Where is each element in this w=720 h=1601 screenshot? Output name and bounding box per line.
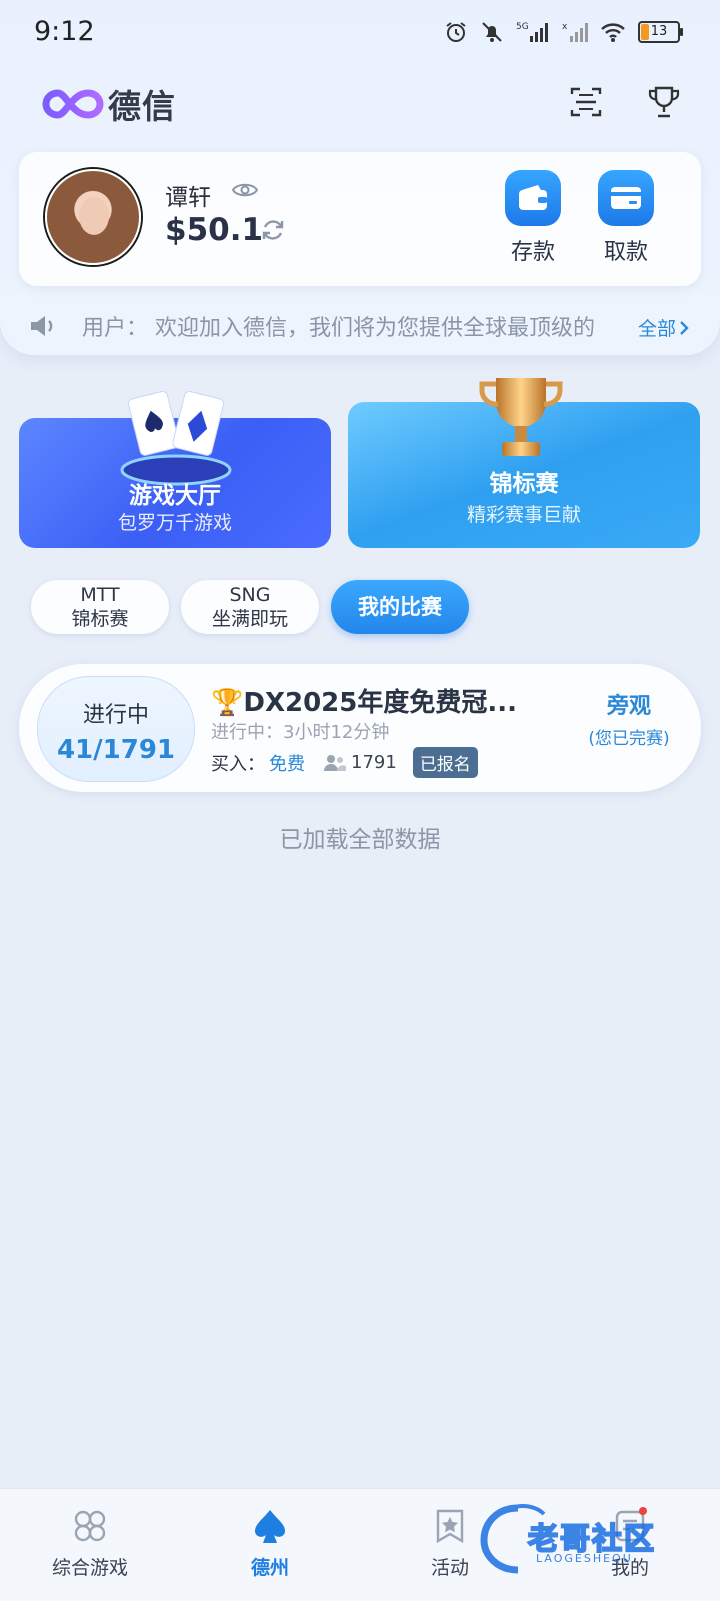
trophy-icon: [648, 86, 680, 118]
cup-icon: [479, 378, 563, 456]
mute-bell-icon: [482, 22, 502, 42]
lobby-title: 游戏大厅: [129, 483, 221, 509]
wifi-icon: [601, 23, 625, 42]
cards-icon: [120, 390, 232, 486]
match-progress: 41/1791: [56, 735, 176, 765]
match-card[interactable]: 进行中 41/1791 🏆DX2025年度免费冠... 进行中：3小时12分钟 …: [19, 664, 701, 792]
alarm-icon: [446, 22, 466, 42]
tab-mtt-line2: 锦标赛: [71, 608, 129, 630]
championship-banner[interactable]: 锦标赛 精彩赛事巨献: [348, 378, 700, 548]
deposit-label: 存款: [510, 240, 555, 265]
championship-subtitle: 精彩赛事巨献: [466, 504, 581, 526]
match-info-row: 买入： 免费 1791 已报名: [211, 747, 478, 778]
buyin-value: 免费: [269, 753, 305, 775]
tab-mtt-line1: MTT: [80, 584, 120, 606]
account-card: 谭轩 $50.1 存款 取款: [19, 152, 701, 286]
spade-icon: [255, 1510, 285, 1543]
notice-bar[interactable]: 用户： 欢迎加入德信，我们将为您提供全球最顶级的 全部: [24, 308, 704, 344]
lobby-subtitle: 包罗万千游戏: [117, 512, 232, 534]
app-header: 德信: [0, 76, 720, 130]
eye-icon[interactable]: [231, 180, 259, 200]
nav-item-games[interactable]: 综合游戏: [25, 1505, 155, 1580]
nav-item-texas[interactable]: 德州: [205, 1505, 335, 1580]
watermark: 老哥社区 LAOGESHEQU: [478, 1500, 718, 1580]
tab-my-matches[interactable]: 我的比赛: [331, 580, 469, 634]
notice-all-label: 全部: [638, 318, 677, 340]
avatar[interactable]: [45, 169, 141, 265]
app-logo: 德信: [42, 80, 176, 128]
trophy-button[interactable]: [644, 82, 684, 122]
status-bar: 9:12 5G x 13: [0, 0, 720, 66]
tab-sng[interactable]: SNG 坐满即玩: [181, 580, 319, 634]
buyin-label: 买入：: [211, 753, 265, 775]
withdraw-label: 取款: [603, 240, 648, 265]
card-icon: [611, 187, 641, 209]
wallet-icon: [519, 185, 547, 210]
logo-text: 德信: [108, 87, 176, 126]
nav-label-games: 综合游戏: [51, 1557, 128, 1579]
loaded-all-text: 已加载全部数据: [279, 827, 441, 853]
speaker-icon: [31, 316, 53, 336]
refresh-icon[interactable]: [259, 216, 287, 244]
clover-icon: [74, 1510, 106, 1542]
watch-note: (您已完赛): [588, 729, 670, 749]
signal-5g-icon: 5G: [516, 22, 548, 42]
tab-my-matches-label: 我的比赛: [358, 595, 442, 619]
match-title: 🏆DX2025年度免费冠...: [211, 688, 517, 718]
battery-icon: 13: [638, 21, 683, 43]
nav-label-texas: 德州: [250, 1557, 289, 1579]
tab-sng-line1: SNG: [229, 584, 271, 606]
match-time-status: 进行中：3小时12分钟: [211, 722, 390, 743]
watermark-sub: LAOGESHEQU: [536, 1552, 633, 1565]
scan-icon: [570, 87, 602, 117]
tab-mtt[interactable]: MTT 锦标赛: [31, 580, 169, 634]
username: 谭轩: [165, 185, 211, 211]
match-status: 进行中: [82, 703, 149, 728]
star-badge-icon: [436, 1509, 464, 1544]
watch-button[interactable]: 旁观 (您已完赛): [559, 688, 699, 749]
players-icon: [324, 754, 346, 771]
balance: $50.1: [165, 212, 264, 248]
deposit-button[interactable]: 存款: [498, 170, 568, 266]
game-lobby-banner[interactable]: 游戏大厅 包罗万千游戏: [19, 390, 331, 548]
notice-all-link[interactable]: 全部: [638, 314, 690, 341]
match-progress-badge: 进行中 41/1791: [37, 676, 195, 782]
infinity-logo-icon: [42, 89, 104, 119]
status-time: 9:12: [34, 16, 95, 47]
notice-text: 用户： 欢迎加入德信，我们将为您提供全球最顶级的: [82, 316, 595, 341]
tab-sng-line2: 坐满即玩: [211, 608, 288, 630]
player-count: 1791: [323, 752, 397, 773]
signal-icon: x: [562, 22, 588, 42]
svg-text:x: x: [562, 22, 568, 32]
chevron-right-icon: [680, 320, 689, 335]
watch-label: 旁观: [606, 694, 651, 719]
scan-button[interactable]: [566, 82, 606, 122]
svg-text:5G: 5G: [516, 22, 529, 32]
withdraw-button[interactable]: 取款: [591, 170, 661, 266]
player-count-value: 1791: [351, 752, 397, 773]
registered-badge: 已报名: [412, 747, 478, 778]
championship-title: 锦标赛: [489, 471, 559, 497]
